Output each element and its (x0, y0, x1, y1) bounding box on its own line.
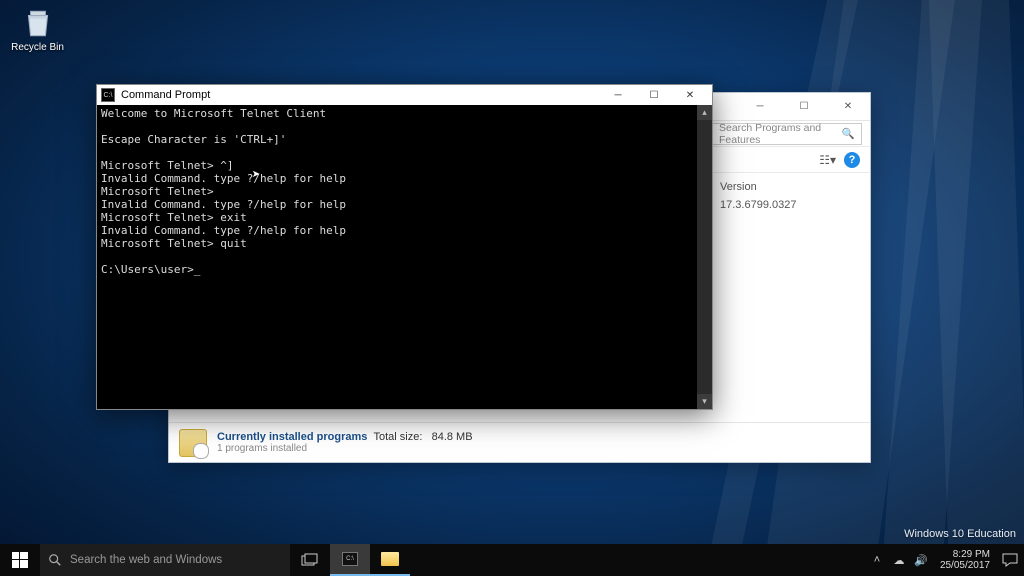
scroll-down-icon[interactable]: ▾ (697, 394, 712, 409)
start-button[interactable] (0, 544, 40, 576)
taskbar-app-explorer[interactable] (370, 544, 410, 576)
cmd-icon: C:\ (101, 88, 115, 102)
cmd-titlebar[interactable]: C:\ Command Prompt ─ ☐ ✕ (97, 85, 712, 105)
scroll-up-icon[interactable]: ▴ (697, 105, 712, 120)
version-label: Version (720, 181, 860, 193)
programs-details-pane: Version 17.3.6799.0327 (710, 173, 870, 462)
system-tray[interactable]: ˄ ☁ 🔊 8:29 PM 25/05/2017 (864, 544, 1024, 576)
onedrive-icon[interactable]: ☁ (892, 553, 906, 567)
search-icon (48, 553, 62, 567)
help-icon[interactable]: ? (844, 152, 860, 168)
footer-size: 84.8 MB (432, 431, 473, 443)
volume-icon[interactable]: 🔊 (914, 553, 928, 567)
command-prompt-window[interactable]: C:\ Command Prompt ─ ☐ ✕ Welcome to Micr… (96, 84, 713, 410)
version-value: 17.3.6799.0327 (720, 199, 860, 211)
footer-total-label: Total size: (374, 431, 423, 443)
recycle-bin-icon (21, 6, 55, 40)
programs-footer-icon (179, 429, 207, 457)
recycle-bin-label: Recycle Bin (10, 42, 65, 53)
maximize-button[interactable]: ☐ (636, 85, 672, 105)
text-cursor: _ (194, 263, 201, 276)
windows-watermark: Windows 10 Education (904, 528, 1016, 540)
task-view-icon (301, 553, 319, 567)
programs-footer: Currently installed programs Total size:… (169, 422, 870, 462)
cmd-icon: C:\ (342, 552, 358, 566)
clock-time: 8:29 PM (940, 549, 990, 560)
close-button[interactable]: ✕ (826, 93, 870, 120)
folder-icon (381, 552, 399, 566)
search-icon: 🔍 (842, 127, 855, 140)
task-view-button[interactable] (290, 544, 330, 576)
programs-search-input[interactable]: Search Programs and Features 🔍 (712, 123, 862, 145)
action-center-icon[interactable] (1002, 553, 1018, 567)
close-button[interactable]: ✕ (672, 85, 708, 105)
taskbar-app-cmd[interactable]: C:\ (330, 544, 370, 576)
taskbar-search-placeholder: Search the web and Windows (70, 554, 222, 566)
tray-chevron-up-icon[interactable]: ˄ (870, 553, 884, 567)
cmd-output[interactable]: Welcome to Microsoft Telnet Client Escap… (97, 105, 712, 409)
windows-logo-icon (12, 552, 28, 568)
footer-sub: 1 programs installed (217, 443, 473, 454)
view-options-icon[interactable]: ☷▾ (819, 153, 836, 167)
taskbar-clock[interactable]: 8:29 PM 25/05/2017 (936, 549, 994, 571)
footer-title: Currently installed programs (217, 431, 367, 443)
recycle-bin[interactable]: Recycle Bin (10, 6, 65, 53)
minimize-button[interactable]: ─ (600, 85, 636, 105)
cmd-scrollbar[interactable]: ▴ ▾ (697, 105, 712, 409)
maximize-button[interactable]: ☐ (782, 93, 826, 120)
cmd-title: Command Prompt (121, 89, 600, 101)
clock-date: 25/05/2017 (940, 560, 990, 571)
taskbar[interactable]: Search the web and Windows C:\ ˄ ☁ 🔊 8:2… (0, 544, 1024, 576)
search-placeholder-text: Search Programs and Features (719, 122, 838, 146)
minimize-button[interactable]: ─ (738, 93, 782, 120)
taskbar-search-input[interactable]: Search the web and Windows (40, 544, 290, 576)
